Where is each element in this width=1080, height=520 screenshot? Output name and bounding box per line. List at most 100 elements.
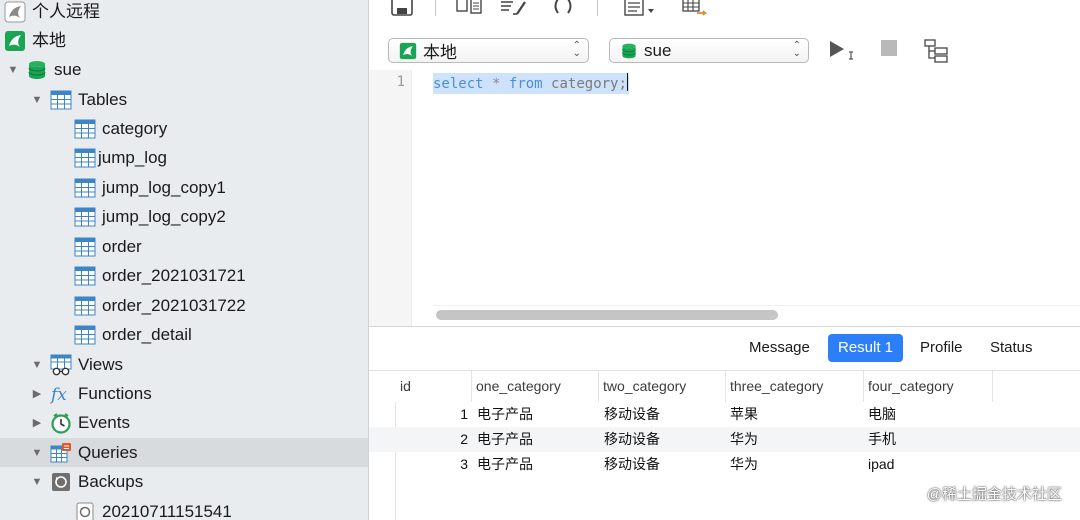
views-group[interactable]: ▼ Views: [0, 350, 368, 379]
explain-icon[interactable]: [681, 0, 711, 18]
connection-select-value: 本地: [423, 43, 457, 62]
table-label: order_2021031721: [102, 266, 246, 285]
explain-plan-icon[interactable]: [923, 39, 951, 68]
stop-query-icon[interactable]: [880, 39, 900, 64]
cell-four-category[interactable]: ipad: [868, 452, 894, 477]
functions-group[interactable]: ▶ fx Functions: [0, 379, 368, 408]
tab-message[interactable]: Message: [739, 334, 820, 362]
chevron-right-icon[interactable]: ▶: [30, 416, 44, 430]
cell-id[interactable]: 2: [396, 427, 468, 452]
cell-four-category[interactable]: 手机: [868, 427, 896, 452]
chevron-down-icon[interactable]: ▼: [30, 446, 44, 460]
backups-group[interactable]: ▼ Backups: [0, 467, 368, 496]
table-icon: [74, 324, 96, 346]
query-builder-icon[interactable]: [455, 0, 485, 18]
table-item[interactable]: order_detail: [0, 320, 368, 349]
horizontal-scrollbar[interactable]: [436, 310, 778, 320]
watermark-text: @稀土掘金技术社区: [926, 486, 1062, 503]
table-label: jump_log_copy1: [102, 178, 226, 197]
connection-select[interactable]: 本地 ⌃ ⌄: [388, 38, 589, 63]
clock-icon: [50, 412, 72, 434]
backup-label: 20210711151541: [102, 502, 232, 520]
table-item[interactable]: order_2021031721: [0, 261, 368, 290]
line-number-gutter: 1: [369, 70, 412, 326]
cell-id[interactable]: 1: [396, 402, 468, 427]
cell-two-category[interactable]: 移动设备: [604, 427, 660, 452]
database-select-value: sue: [644, 40, 672, 60]
functions-label: Functions: [78, 384, 152, 403]
tab-profile[interactable]: Profile: [910, 334, 973, 362]
chevron-updown-icon: ⌃ ⌄: [792, 40, 801, 59]
column-header-four-category[interactable]: four_category: [864, 371, 993, 402]
connection-label: 本地: [32, 31, 66, 50]
table-item[interactable]: jump_log_copy1: [0, 173, 368, 202]
table-label: order_detail: [102, 325, 192, 344]
chevron-down-icon[interactable]: ▼: [30, 358, 44, 372]
database-select[interactable]: sue ⌃ ⌄: [609, 38, 809, 63]
sql-identifier: category;: [551, 76, 627, 92]
chevron-right-icon[interactable]: ▶: [30, 387, 44, 401]
table-row[interactable]: 3 电子产品 移动设备 华为 ipad: [369, 452, 1080, 477]
cell-id[interactable]: 3: [396, 452, 468, 477]
text-format-icon[interactable]: [623, 0, 657, 18]
table-icon: [74, 295, 96, 317]
cell-one-category[interactable]: 电子产品: [477, 452, 533, 477]
table-item[interactable]: category: [0, 114, 368, 143]
chevron-down-icon[interactable]: ▼: [30, 475, 44, 489]
tab-result-1[interactable]: Result 1: [828, 334, 904, 362]
connection-item-remote[interactable]: 个人远程: [0, 0, 368, 26]
table-item[interactable]: order_2021031722: [0, 291, 368, 320]
query-icon: [50, 442, 72, 464]
sql-operator: *: [492, 76, 501, 92]
column-header-two-category[interactable]: two_category: [599, 371, 726, 402]
sql-editor[interactable]: 1 select * from category;: [369, 70, 1080, 326]
table-label: jump_log: [98, 148, 167, 167]
chevron-down-icon[interactable]: ▼: [30, 93, 44, 107]
column-header-one-category[interactable]: one_category: [472, 371, 599, 402]
queries-label: Queries: [78, 443, 138, 462]
tab-status[interactable]: Status: [980, 334, 1043, 362]
save-icon[interactable]: [391, 0, 413, 18]
table-row[interactable]: 2 电子产品 移动设备 华为 手机: [369, 427, 1080, 452]
cell-one-category[interactable]: 电子产品: [477, 427, 533, 452]
cell-one-category[interactable]: 电子产品: [477, 402, 533, 427]
toolbar-divider: [597, 0, 598, 16]
connection-selector-bar: 本地 ⌃ ⌄ sue ⌃ ⌄: [369, 24, 1080, 70]
table-icon: [74, 206, 96, 228]
column-header-three-category[interactable]: three_category: [726, 371, 864, 402]
table-row[interactable]: 1 电子产品 移动设备 苹果 电脑: [369, 402, 1080, 427]
cell-three-category[interactable]: 华为: [730, 427, 758, 452]
cell-two-category[interactable]: 移动设备: [604, 402, 660, 427]
chevron-down-icon[interactable]: ▼: [6, 63, 20, 77]
mysql-connection-icon: [399, 42, 417, 60]
events-label: Events: [78, 413, 130, 432]
table-item[interactable]: jump_log_copy2: [0, 202, 368, 231]
run-query-icon[interactable]: [828, 39, 858, 66]
chevron-updown-icon: ⌃ ⌄: [572, 40, 581, 59]
view-icon: [50, 354, 72, 376]
backup-item[interactable]: 20210711151541: [0, 497, 368, 520]
views-label: Views: [78, 355, 124, 374]
code-line-1[interactable]: select * from category;: [433, 73, 629, 94]
database-icon: [26, 59, 48, 81]
events-group[interactable]: ▶ Events: [0, 408, 368, 437]
cell-three-category[interactable]: 华为: [730, 452, 758, 477]
connection-item-local[interactable]: 本地: [0, 26, 368, 55]
table-icon: [74, 177, 96, 199]
cell-four-category[interactable]: 电脑: [868, 402, 896, 427]
code-snippet-icon[interactable]: [551, 0, 575, 18]
column-header-id[interactable]: id: [396, 371, 472, 402]
queries-group[interactable]: ▼ Queries: [0, 438, 368, 467]
beautify-sql-icon[interactable]: [499, 0, 529, 18]
navigation-sidebar: 个人远程 本地 ▼ sue ▼ Tables category jump_log: [0, 0, 369, 520]
cell-two-category[interactable]: 移动设备: [604, 452, 660, 477]
tables-group[interactable]: ▼ Tables: [0, 85, 368, 114]
result-tabs: Message Result 1 Profile Status: [369, 326, 1080, 370]
connection-label: 个人远程: [32, 2, 100, 21]
database-item-sue[interactable]: ▼ sue: [0, 55, 368, 84]
cell-three-category[interactable]: 苹果: [730, 402, 758, 427]
table-group-icon: [50, 89, 72, 111]
line-number: 1: [396, 74, 405, 90]
table-item[interactable]: order: [0, 232, 368, 261]
table-item[interactable]: jump_log: [0, 143, 368, 172]
